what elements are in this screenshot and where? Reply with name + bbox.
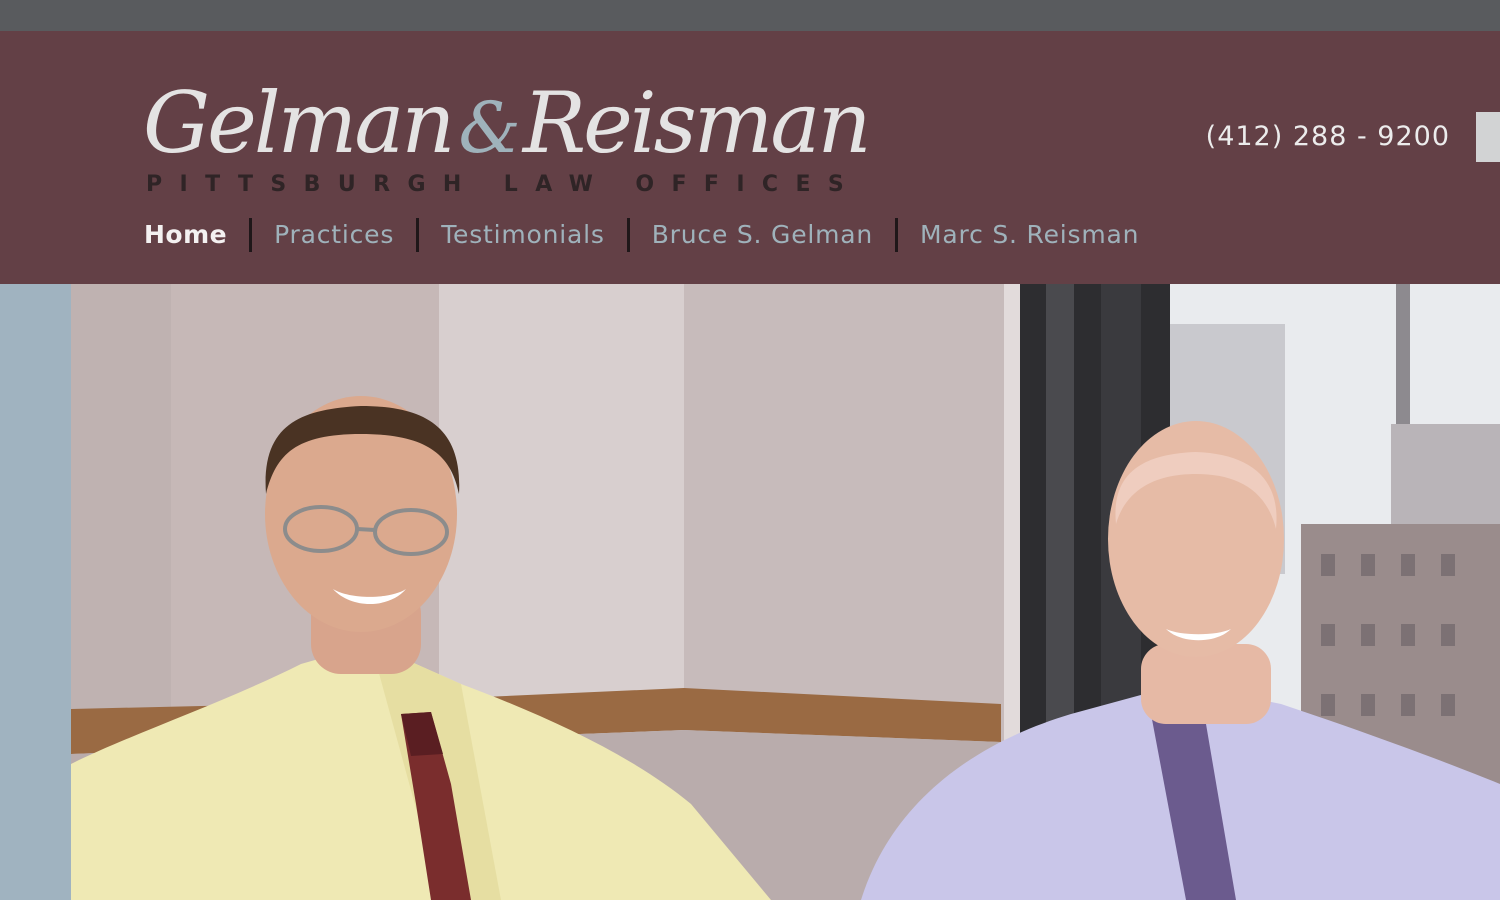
- nav-divider: [895, 218, 899, 252]
- nav-testimonials[interactable]: Testimonials: [441, 218, 605, 252]
- nav-divider: [626, 218, 630, 252]
- nav-marc-reisman[interactable]: Marc S. Reisman: [920, 218, 1139, 252]
- nav-home[interactable]: Home: [144, 218, 227, 252]
- logo-ampersand: &: [458, 87, 521, 169]
- site-header: Gelman & Reisman PITTSBURGH LAW OFFICES …: [0, 31, 1500, 284]
- hero-photo: [71, 284, 1500, 900]
- nav-divider: [416, 218, 420, 252]
- side-tab[interactable]: [1476, 112, 1500, 162]
- nav-divider: [249, 218, 253, 252]
- logo-tagline: PITTSBURGH LAW OFFICES: [146, 172, 862, 197]
- nav-bruce-gelman[interactable]: Bruce S. Gelman: [652, 218, 873, 252]
- site-logo[interactable]: Gelman & Reisman: [143, 73, 872, 173]
- main-nav: Home Practices Testimonials Bruce S. Gel…: [144, 218, 1139, 252]
- phone-number[interactable]: (412) 288 - 9200: [1206, 121, 1450, 152]
- nav-practices[interactable]: Practices: [274, 218, 394, 252]
- top-bar: [0, 0, 1500, 31]
- logo-first-name: Gelman: [143, 74, 456, 172]
- logo-second-name: Reisman: [522, 74, 872, 172]
